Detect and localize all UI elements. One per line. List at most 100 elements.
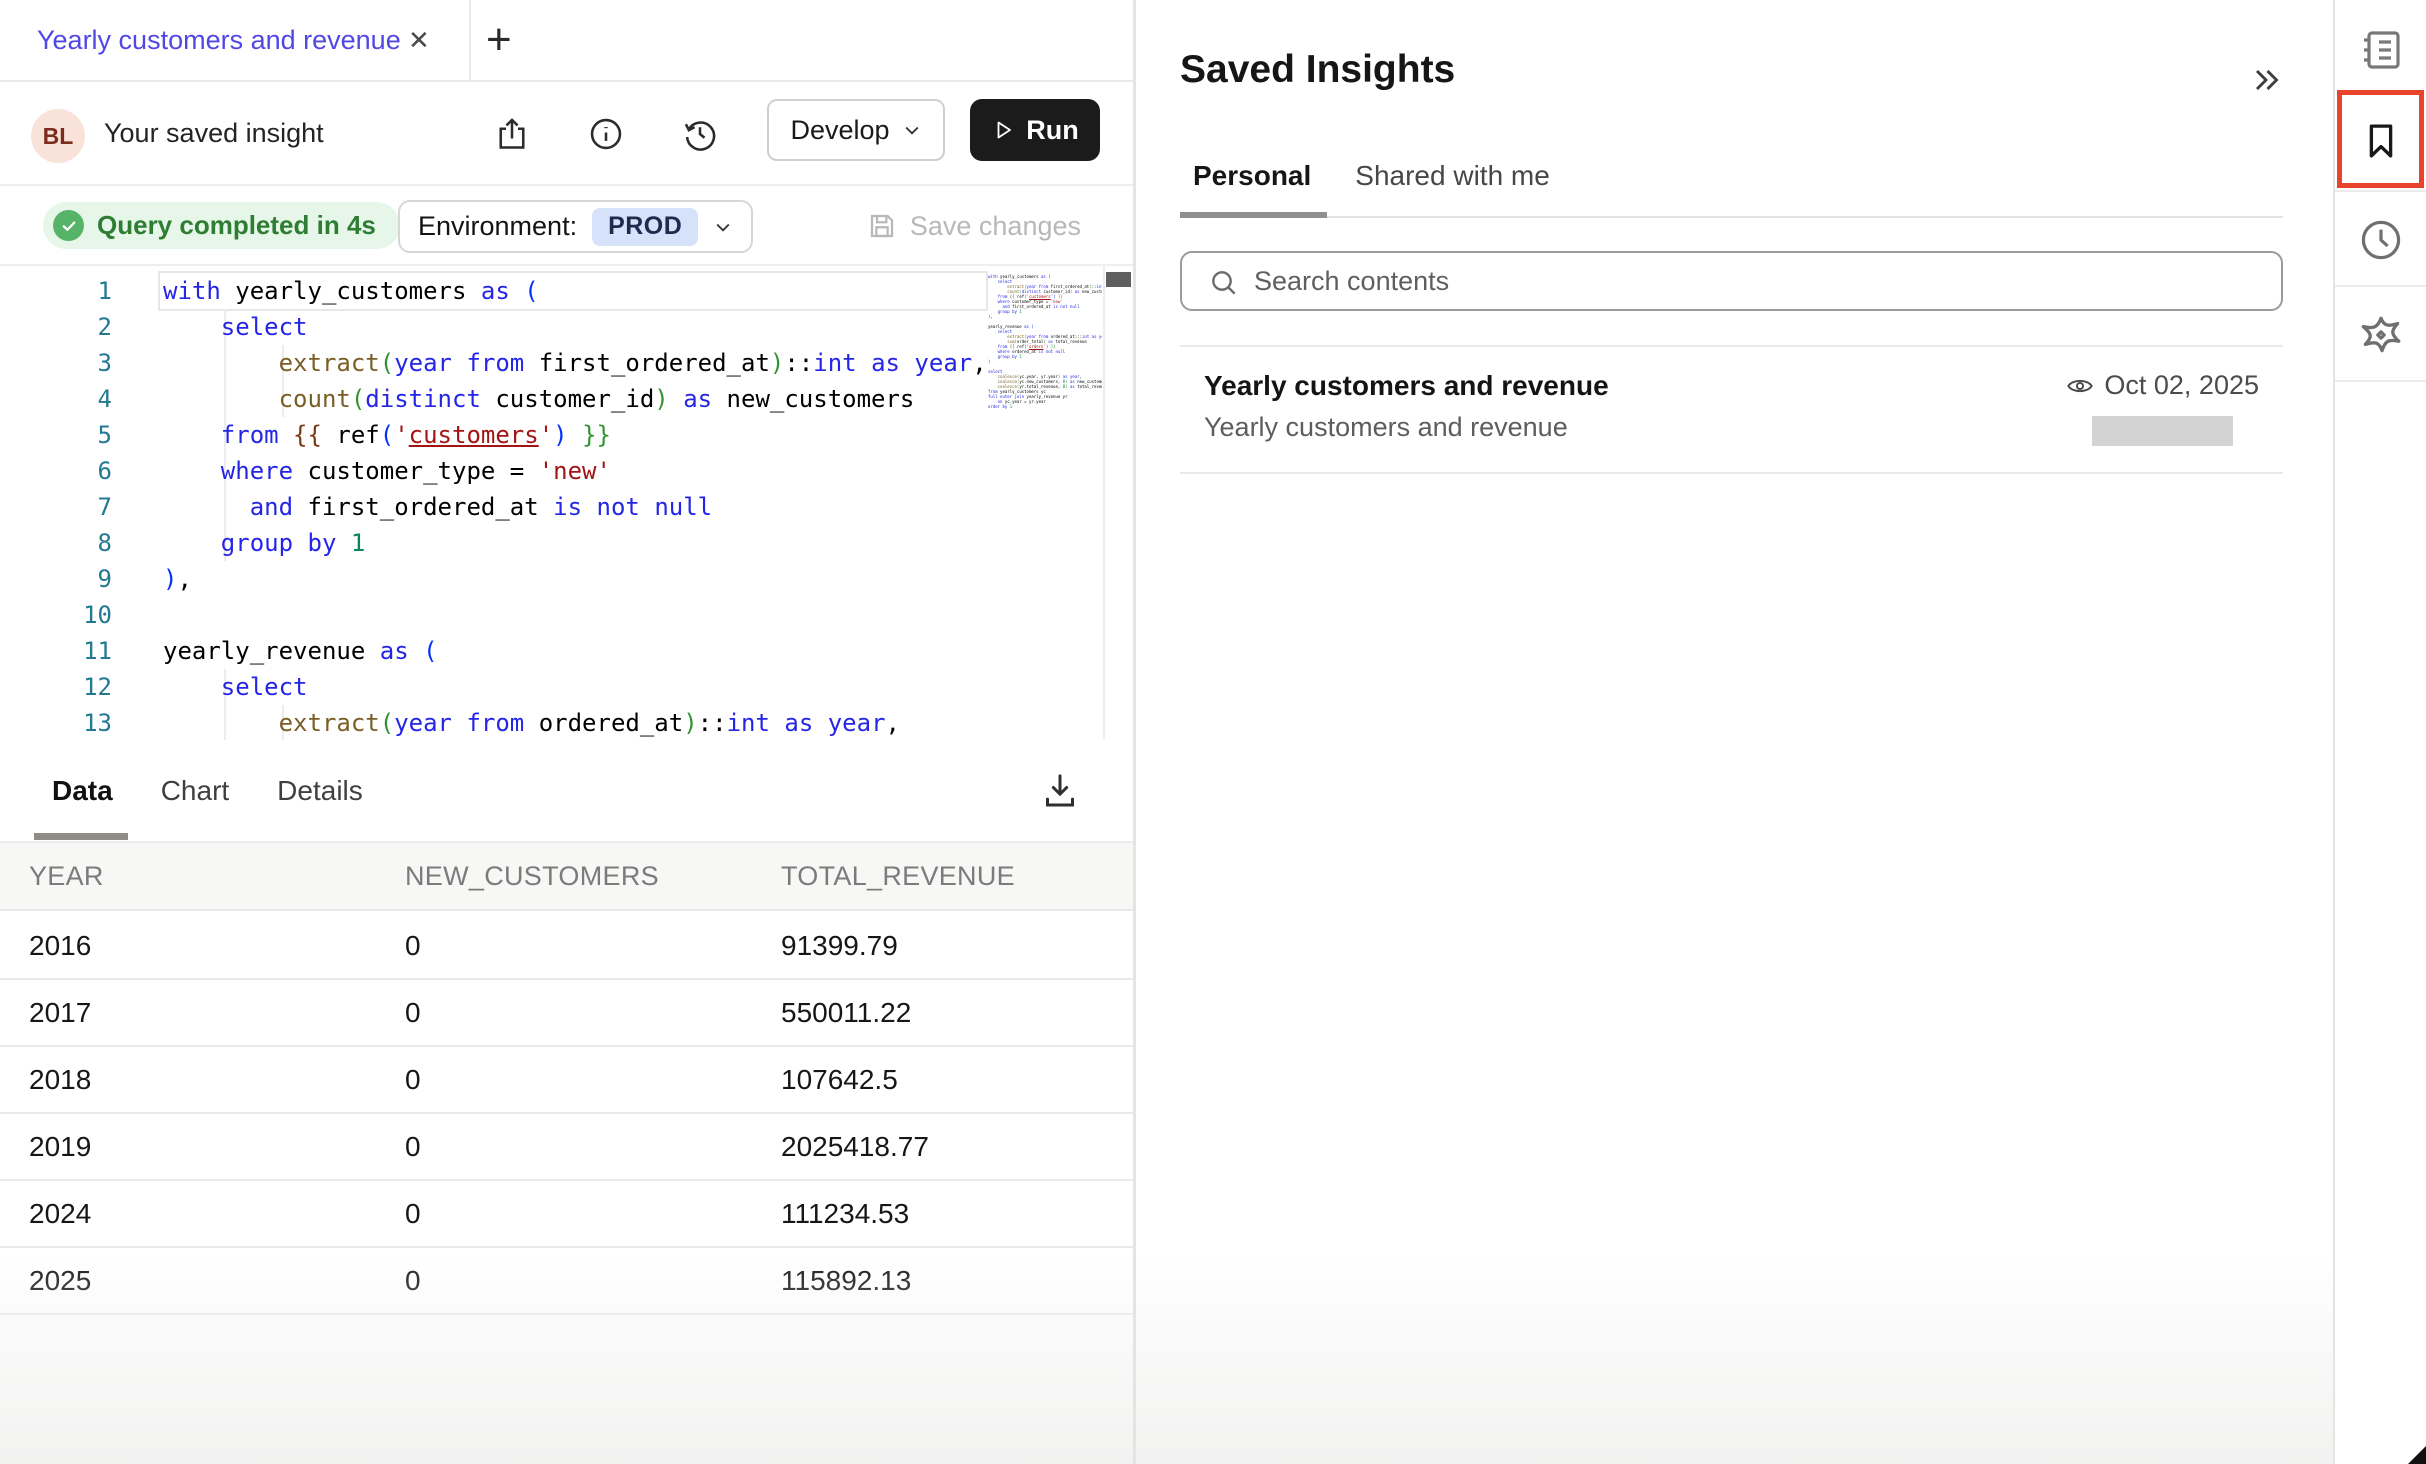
tab-yearly-customers[interactable]: Yearly customers and revenue [37, 0, 401, 80]
notebook-icon [2357, 26, 2405, 74]
environment-value-badge: PROD [592, 208, 698, 246]
table-cell: 0 [405, 1064, 781, 1096]
resize-corner [2408, 1446, 2426, 1464]
line-number-gutter: 1234567891011121314151617181920212223242… [0, 273, 112, 740]
results-table-header: YEARNEW_CUSTOMERSTOTAL_REVENUE [0, 841, 1133, 911]
table-cell: 91399.79 [781, 930, 1133, 962]
editor-scrollbar[interactable] [1106, 272, 1131, 287]
new-tab-button[interactable]: + [486, 0, 512, 80]
table-row[interactable]: 20240111234.53 [0, 1181, 1133, 1248]
code-line: count(distinct customer_id) as new_custo… [163, 381, 985, 417]
tab-strip: Yearly customers and revenue ✕ + [0, 0, 1133, 82]
table-cell: 0 [405, 1198, 781, 1230]
share-icon[interactable] [494, 116, 530, 152]
code-line: select [163, 669, 985, 705]
panel-divider [1180, 472, 2283, 474]
search-contents-box [1180, 251, 2283, 311]
code-line: yearly_revenue as ( [163, 633, 985, 669]
table-cell: 0 [405, 997, 781, 1029]
code-line: group by 1 [163, 525, 985, 561]
chevron-down-icon [713, 217, 733, 237]
code-line [163, 597, 985, 633]
table-cell: 2025 [29, 1265, 405, 1297]
table-cell: 2018 [29, 1064, 405, 1096]
status-bar: Query completed in 4s Environment: PROD … [0, 188, 1133, 266]
loading-skeleton-bar [2092, 416, 2233, 446]
code-line: select [163, 309, 985, 345]
table-row[interactable]: 20170550011.22 [0, 980, 1133, 1047]
check-icon [53, 210, 84, 241]
code-line: where customer_type = 'new' [163, 453, 985, 489]
double-chevron-right-icon[interactable] [2246, 62, 2286, 98]
results-tab-chart[interactable]: Chart [161, 775, 229, 807]
rail-separator [2335, 380, 2426, 382]
code-text[interactable]: with yearly_customers as ( select extrac… [163, 273, 985, 740]
saved-insight-meta: Oct 02, 2025 [1180, 370, 2259, 401]
table-cell: 2019 [29, 1131, 405, 1163]
pane-divider[interactable] [1133, 0, 1136, 1464]
avatar[interactable]: BL [31, 109, 85, 163]
sql-code-editor[interactable]: 1234567891011121314151617181920212223242… [0, 266, 1133, 740]
search-input[interactable] [1254, 253, 2254, 309]
code-line: extract(year from ordered_at)::int as ye… [163, 705, 985, 740]
tab-divider [469, 0, 471, 80]
insight-type-label: Your saved insight [104, 82, 324, 184]
table-cell: 0 [405, 1265, 781, 1297]
sidebar-item-notebook[interactable] [2335, 2, 2426, 97]
close-tab-icon[interactable]: ✕ [408, 0, 430, 80]
minimap[interactable]: with yearly_customers as ( select extrac… [988, 274, 1102, 409]
code-line: from {{ ref('customers') }} [163, 417, 985, 453]
table-cell: 2024 [29, 1198, 405, 1230]
table-cell: 0 [405, 930, 781, 962]
code-line: with yearly_customers as ( [163, 273, 985, 309]
panel-divider [1180, 345, 2283, 347]
insights-tab-shared-with-me[interactable]: Shared with me [1355, 160, 1550, 192]
table-row[interactable]: 2016091399.79 [0, 913, 1133, 980]
results-tab-bar: Data Chart Details [0, 740, 1133, 841]
chevron-down-icon [902, 120, 922, 140]
minimap-border [1103, 266, 1105, 740]
table-row[interactable]: 20250115892.13 [0, 1248, 1133, 1315]
sidebar-item-history[interactable] [2335, 192, 2426, 287]
table-cell: 550011.22 [781, 997, 1133, 1029]
code-line: ), [163, 561, 985, 597]
history-icon[interactable] [682, 116, 718, 152]
table-row[interactable]: 20180107642.5 [0, 1047, 1133, 1114]
environment-label: Environment: [418, 211, 577, 242]
table-cell: 2017 [29, 997, 405, 1029]
table-cell: 0 [405, 1131, 781, 1163]
insights-tab-personal[interactable]: Personal [1193, 160, 1311, 192]
insights-tab-bar: Personal Shared with me [1193, 160, 1550, 192]
info-icon[interactable] [588, 116, 624, 152]
save-changes-button[interactable]: Save changes [867, 188, 1081, 264]
play-icon [991, 118, 1015, 142]
environment-select[interactable]: Environment: PROD [398, 200, 753, 253]
run-button[interactable]: Run [970, 99, 1100, 161]
results-table-body: 2016091399.7920170550011.2220180107642.5… [0, 913, 1133, 1315]
clock-icon [2357, 216, 2405, 264]
table-row[interactable]: 201902025418.77 [0, 1114, 1133, 1181]
table-cell: 115892.13 [781, 1265, 1133, 1297]
tab-track [1180, 216, 2283, 218]
save-icon [867, 211, 897, 241]
panel-title: Saved Insights [1180, 48, 1455, 92]
column-header: TOTAL_REVENUE [781, 861, 1133, 892]
download-icon[interactable] [1040, 770, 1080, 810]
eye-icon [2066, 372, 2094, 400]
personal-tab-indicator [1180, 212, 1327, 218]
code-line: and first_ordered_at is not null [163, 489, 985, 525]
table-cell: 2016 [29, 930, 405, 962]
compass-icon [2356, 310, 2406, 360]
query-status-badge: Query completed in 4s [43, 202, 400, 249]
table-cell: 107642.5 [781, 1064, 1133, 1096]
query-status-text: Query completed in 4s [97, 210, 376, 241]
selection-highlight [2337, 90, 2424, 188]
column-header: YEAR [29, 861, 405, 892]
develop-button[interactable]: Develop [767, 99, 945, 161]
sidebar-item-compass[interactable] [2335, 287, 2426, 382]
results-tab-data[interactable]: Data [52, 775, 113, 807]
saved-insight-subtitle: Yearly customers and revenue [1204, 412, 1568, 443]
saved-insight-date: Oct 02, 2025 [2104, 370, 2259, 401]
results-tab-details[interactable]: Details [277, 775, 363, 807]
insight-toolbar: BL Your saved insight Develop Run [0, 82, 1133, 186]
